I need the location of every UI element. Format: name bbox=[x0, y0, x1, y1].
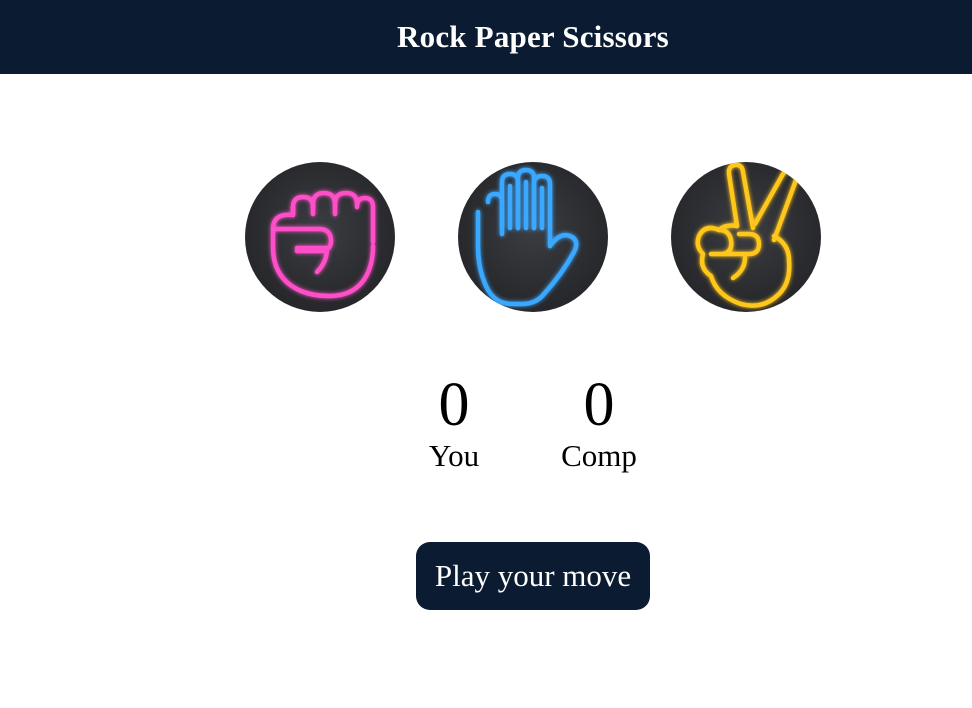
comp-score: 0 bbox=[583, 371, 615, 439]
message-text: Play your move bbox=[434, 558, 632, 593]
app-header: Rock Paper Scissors bbox=[0, 0, 972, 74]
choice-scissors[interactable] bbox=[671, 162, 821, 312]
choice-rock[interactable] bbox=[245, 162, 395, 312]
user-score-panel: 0 You bbox=[414, 372, 494, 474]
rock-fist-icon bbox=[270, 190, 376, 299]
user-score-label: You bbox=[428, 438, 480, 473]
comp-score-panel: 0 Comp bbox=[549, 372, 649, 474]
comp-score-label: Comp bbox=[561, 438, 637, 473]
message-box: Play your move bbox=[416, 542, 650, 610]
page-title: Rock Paper Scissors bbox=[397, 19, 669, 54]
user-score: 0 bbox=[438, 371, 470, 439]
paper-hand-icon bbox=[475, 167, 579, 307]
scissors-hand-icon bbox=[695, 162, 800, 308]
choice-paper[interactable] bbox=[458, 162, 608, 312]
